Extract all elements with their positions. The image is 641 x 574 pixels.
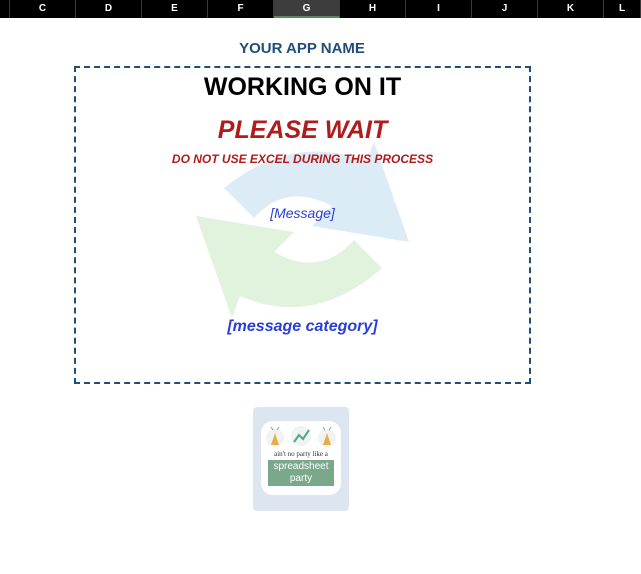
column-header-l[interactable]: L xyxy=(604,0,641,18)
message-category-text: [message category] xyxy=(227,318,378,335)
party-logo-icon: ain't no party like a spreadsheet party xyxy=(261,421,341,495)
warning-text: DO NOT USE EXCEL DURING THIS PROCESS xyxy=(171,152,434,166)
please-wait-text: PLEASE WAIT xyxy=(217,116,388,144)
party-hats-icon xyxy=(266,426,336,447)
column-header-spacer xyxy=(0,0,10,18)
column-header-h[interactable]: H xyxy=(340,0,406,18)
working-heading: WORKING ON IT xyxy=(203,73,402,101)
logo-line1: spreadsheet xyxy=(273,461,329,472)
column-header-k[interactable]: K xyxy=(538,0,604,18)
column-header-g[interactable]: G xyxy=(274,0,340,18)
party-logo-image[interactable]: ain't no party like a spreadsheet party xyxy=(253,407,349,511)
refresh-arrows-icon xyxy=(196,142,409,318)
logo-band: spreadsheet party xyxy=(268,460,334,486)
logo-tagline: ain't no party like a xyxy=(274,450,328,458)
column-header-c[interactable]: C xyxy=(10,0,76,18)
column-header-bar: CDEFGHIJKL xyxy=(0,0,641,18)
column-header-d[interactable]: D xyxy=(76,0,142,18)
app-name-title: YOUR APP NAME xyxy=(239,40,365,57)
status-panel: WORKING ON IT PLEASE WAIT DO NOT USE EXC… xyxy=(74,66,531,384)
message-text: [Message] xyxy=(270,205,335,221)
column-header-j[interactable]: J xyxy=(472,0,538,18)
column-header-f[interactable]: F xyxy=(208,0,274,18)
logo-line2: party xyxy=(289,473,313,484)
column-header-e[interactable]: E xyxy=(142,0,208,18)
column-header-i[interactable]: I xyxy=(406,0,472,18)
